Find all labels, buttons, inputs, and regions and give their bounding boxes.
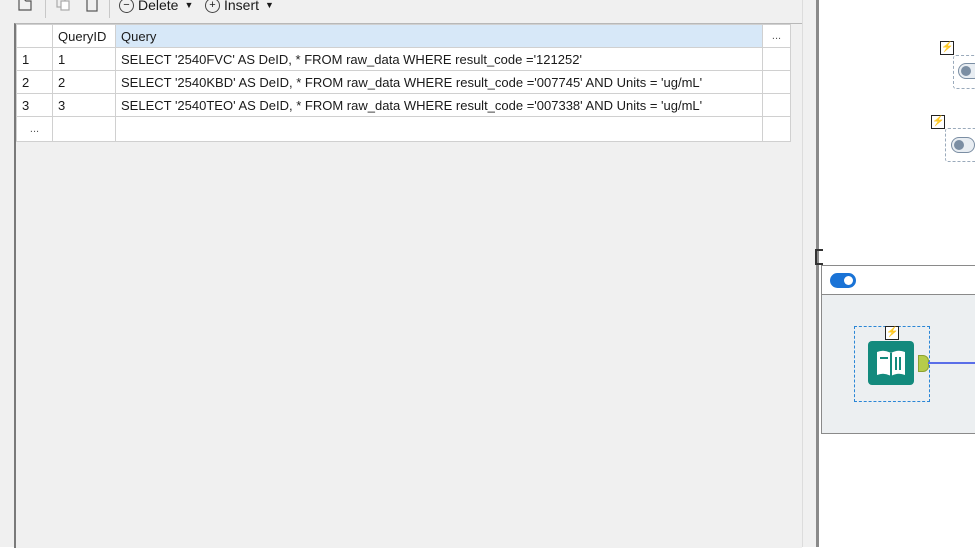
- paste-icon[interactable]: [84, 0, 100, 12]
- new-icon[interactable]: [17, 0, 33, 12]
- container-toggle[interactable]: [951, 137, 975, 153]
- more-columns-button[interactable]: ...: [762, 24, 791, 48]
- row-extra-cell[interactable]: [762, 70, 791, 94]
- queryid-cell[interactable]: [52, 116, 116, 142]
- table-row[interactable]: 2 2 SELECT '2540KBD' AS DeID, * FROM raw…: [16, 70, 791, 94]
- configuration-panel: − Delete ▼ + Insert ▼ QueryID Query ... …: [0, 0, 802, 548]
- bolt-icon: ⚡: [885, 326, 899, 340]
- new-row-marker[interactable]: ...: [16, 116, 53, 142]
- container-header: [822, 266, 975, 295]
- query-grid: QueryID Query ... 1 1 SELECT '2540FVC' A…: [16, 24, 791, 142]
- delete-label: Delete: [138, 0, 179, 13]
- minus-circle-icon: −: [119, 0, 134, 13]
- header-row: QueryID Query ...: [16, 24, 791, 48]
- bolt-icon: ⚡: [931, 115, 945, 129]
- insert-label: Insert: [224, 0, 260, 13]
- copy-icon[interactable]: [55, 0, 71, 12]
- toolbar-separator: [109, 0, 110, 18]
- table-row[interactable]: 1 1 SELECT '2540FVC' AS DeID, * FROM raw…: [16, 47, 791, 71]
- container-toggle[interactable]: [830, 273, 856, 288]
- query-grid-area: QueryID Query ... 1 1 SELECT '2540FVC' A…: [14, 23, 802, 548]
- queryid-cell[interactable]: 3: [52, 93, 116, 117]
- panel-splitter[interactable]: [802, 0, 817, 547]
- query-cell[interactable]: [115, 116, 763, 142]
- column-header-queryid[interactable]: QueryID: [52, 24, 116, 48]
- book-icon: [877, 350, 905, 376]
- query-cell[interactable]: SELECT '2540KBD' AS DeID, * FROM raw_dat…: [115, 70, 763, 94]
- text-input-tool[interactable]: [868, 341, 914, 385]
- row-number[interactable]: 3: [16, 93, 53, 117]
- dropdown-caret-icon[interactable]: ▼: [184, 0, 193, 10]
- connection-line[interactable]: [928, 362, 975, 364]
- plus-circle-icon: +: [205, 0, 220, 13]
- row-extra-cell[interactable]: [762, 93, 791, 117]
- row-extra-cell[interactable]: [762, 116, 791, 142]
- column-header-query[interactable]: Query: [115, 24, 763, 48]
- insert-button[interactable]: + Insert ▼: [205, 0, 274, 13]
- container-toggle[interactable]: [958, 63, 975, 79]
- row-number[interactable]: 1: [16, 47, 53, 71]
- queryid-cell[interactable]: 2: [52, 70, 116, 94]
- queryid-cell[interactable]: 1: [52, 47, 116, 71]
- delete-button[interactable]: − Delete ▼: [119, 0, 193, 13]
- row-extra-cell[interactable]: [762, 47, 791, 71]
- bolt-icon: ⚡: [940, 41, 954, 55]
- new-row[interactable]: ...: [16, 116, 791, 142]
- query-cell[interactable]: SELECT '2540TEO' AS DeID, * FROM raw_dat…: [115, 93, 763, 117]
- container-resize-handle[interactable]: [815, 249, 823, 265]
- row-number[interactable]: 2: [16, 70, 53, 94]
- dropdown-caret-icon[interactable]: ▼: [265, 0, 274, 10]
- row-header-corner[interactable]: [16, 24, 53, 48]
- grid-toolbar: − Delete ▼ + Insert ▼: [0, 0, 802, 20]
- query-cell[interactable]: SELECT '2540FVC' AS DeID, * FROM raw_dat…: [115, 47, 763, 71]
- table-row[interactable]: 3 3 SELECT '2540TEO' AS DeID, * FROM raw…: [16, 93, 791, 117]
- toolbar-separator: [45, 0, 46, 18]
